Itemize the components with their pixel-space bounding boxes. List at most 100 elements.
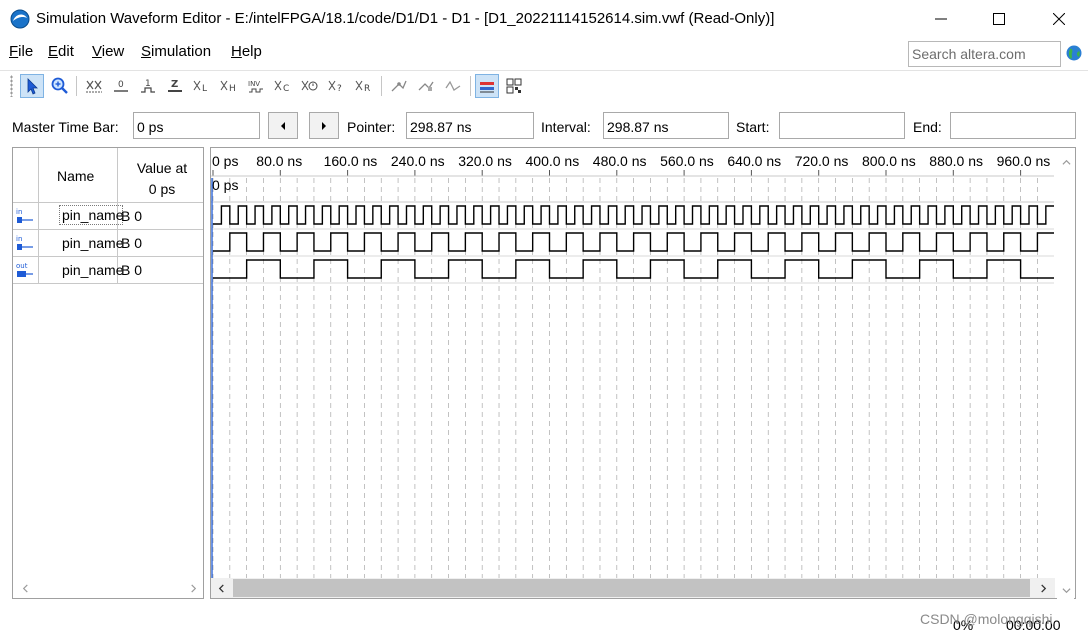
scroll-right-icon[interactable] [183, 578, 203, 598]
signal-value-pin_name1: B 0 [121, 208, 143, 224]
svg-text:C: C [283, 84, 289, 94]
time-label: 720.0 ns [795, 153, 849, 169]
close-button[interactable] [1030, 0, 1088, 38]
next-transition-button[interactable] [309, 112, 339, 139]
svg-text:INV: INV [248, 80, 260, 88]
wave-scroll-left-icon[interactable] [211, 578, 231, 598]
master-time-bar-field[interactable]: 0 ps [133, 112, 260, 139]
signal-name-pin_name3[interactable]: pin_name3 [59, 260, 123, 280]
count-value-icon[interactable]: C [271, 74, 295, 98]
pointer-label: Pointer: [347, 119, 396, 135]
column-header-value[interactable]: Value at 0 ps [131, 158, 193, 200]
minimize-button[interactable] [912, 0, 970, 38]
waveform-hscroll-thumb[interactable] [233, 579, 1030, 597]
menu-help-mnemonic: H [231, 43, 242, 60]
grid-settings-icon[interactable] [502, 74, 526, 98]
scroll-left-icon[interactable] [15, 578, 35, 598]
signal-value-pin_name3: B 0 [121, 262, 143, 278]
time-label: 480.0 ns [593, 153, 647, 169]
signal-list-hscrollbar[interactable] [13, 578, 203, 598]
time-label: 80.0 ns [256, 153, 302, 169]
menu-view-label: iew [101, 43, 125, 60]
time-label: 800.0 ns [862, 153, 916, 169]
menu-file[interactable]: File [9, 43, 33, 60]
signal-value-pin_name2: B 0 [121, 235, 143, 251]
interval-field[interactable]: 298.87 ns [603, 112, 729, 139]
toolbar: 0 1 Z L H INV C ? R [0, 70, 1088, 100]
input-pin-icon: in [15, 234, 35, 254]
menu-edit[interactable]: Edit [48, 43, 74, 60]
scroll-down-icon[interactable] [1056, 580, 1076, 600]
search-input[interactable]: Search altera.com [908, 41, 1061, 67]
menu-simulation-mnemonic: S [141, 43, 152, 60]
interval-label: Interval: [541, 119, 591, 135]
snap-to-grid-icon[interactable] [387, 74, 411, 98]
svg-text:0: 0 [118, 80, 124, 90]
menu-view[interactable]: View [92, 43, 124, 60]
grid-divider [38, 148, 39, 283]
maximize-button[interactable] [970, 0, 1028, 38]
arbitrary-value-icon[interactable]: ? [325, 74, 349, 98]
column-header-value-line2: 0 ps [148, 181, 176, 197]
signal-name-pin_name2[interactable]: pin_name2 [59, 233, 123, 253]
time-label: 160.0 ns [324, 153, 378, 169]
wave-scroll-right-icon[interactable] [1033, 578, 1053, 598]
force-low-icon[interactable]: 0 [109, 74, 133, 98]
previous-transition-button[interactable] [268, 112, 298, 139]
menu-simulation[interactable]: Simulation [141, 43, 211, 60]
input-pin-icon: in [15, 207, 35, 227]
invert-icon[interactable]: INV [244, 74, 268, 98]
toolbar-grip[interactable] [10, 75, 13, 97]
scroll-up-icon[interactable] [1056, 152, 1076, 172]
grid-header-divider [13, 202, 203, 203]
random-value-icon[interactable]: R [352, 74, 376, 98]
window-title: Simulation Waveform Editor - E:/intelFPG… [36, 10, 775, 27]
waveform-icon-b[interactable] [441, 74, 465, 98]
force-unknown-icon[interactable] [82, 74, 106, 98]
waveform-vscrollbar[interactable] [1057, 152, 1074, 600]
signal-list-panel: Name Value at 0 ps in pin_name1 B 0 in pi… [12, 147, 204, 599]
force-high-impedance-icon[interactable]: Z [163, 74, 187, 98]
force-weak-low-icon[interactable]: L [190, 74, 214, 98]
svg-text:?: ? [337, 84, 342, 94]
time-label: 0 ps [212, 153, 238, 169]
waveform-pin_name2 [213, 232, 1054, 252]
menu-simulation-label: imulation [151, 43, 212, 60]
menu-help[interactable]: Help [231, 43, 262, 60]
force-weak-high-icon[interactable]: H [217, 74, 241, 98]
column-header-name[interactable]: Name [57, 168, 94, 184]
time-label: 400.0 ns [526, 153, 580, 169]
arrow-left-icon [281, 121, 285, 130]
app-icon [10, 9, 30, 29]
column-header-value-line1: Value at [136, 160, 188, 176]
time-label: 640.0 ns [727, 153, 781, 169]
start-field[interactable] [779, 112, 905, 139]
time-label: 240.0 ns [391, 153, 445, 169]
menu-file-mnemonic: F [9, 43, 19, 60]
menu-file-label: ile [18, 43, 34, 60]
waveform-panel[interactable]: 0 ps 80.0 ns 160.0 ns 240.0 ns 320.0 ns 400.0… [210, 147, 1076, 599]
waveform-pin_name1 [213, 205, 1054, 225]
signal-name-pin_name1[interactable]: pin_name1 [59, 205, 123, 225]
marker-label: 0 ps [212, 177, 238, 193]
arrow-right-icon [322, 121, 326, 130]
end-field[interactable] [950, 112, 1076, 139]
bus-display-icon[interactable] [475, 74, 499, 98]
start-label: Start: [736, 119, 770, 135]
title-bar: Simulation Waveform Editor - E:/intelFPG… [0, 0, 1088, 38]
waveform-icon-a[interactable] [414, 74, 438, 98]
menu-help-label: elp [241, 43, 262, 60]
master-time-bar-label: Master Time Bar: [12, 119, 119, 135]
globe-icon[interactable] [1066, 45, 1082, 61]
waveform-canvas[interactable]: 0 ps 80.0 ns 160.0 ns 240.0 ns 320.0 ns 400.0… [211, 148, 1075, 598]
pointer-tool-icon[interactable] [20, 74, 44, 98]
time-label: 320.0 ns [458, 153, 512, 169]
overwrite-clock-icon[interactable] [298, 74, 322, 98]
svg-text:H: H [229, 84, 236, 94]
grid-row-divider [13, 229, 203, 230]
force-high-icon[interactable]: 1 [136, 74, 160, 98]
menu-edit-mnemonic: E [48, 43, 59, 60]
toolbar-separator [470, 76, 471, 96]
zoom-tool-icon[interactable] [48, 74, 72, 98]
pointer-field[interactable]: 298.87 ns [406, 112, 534, 139]
